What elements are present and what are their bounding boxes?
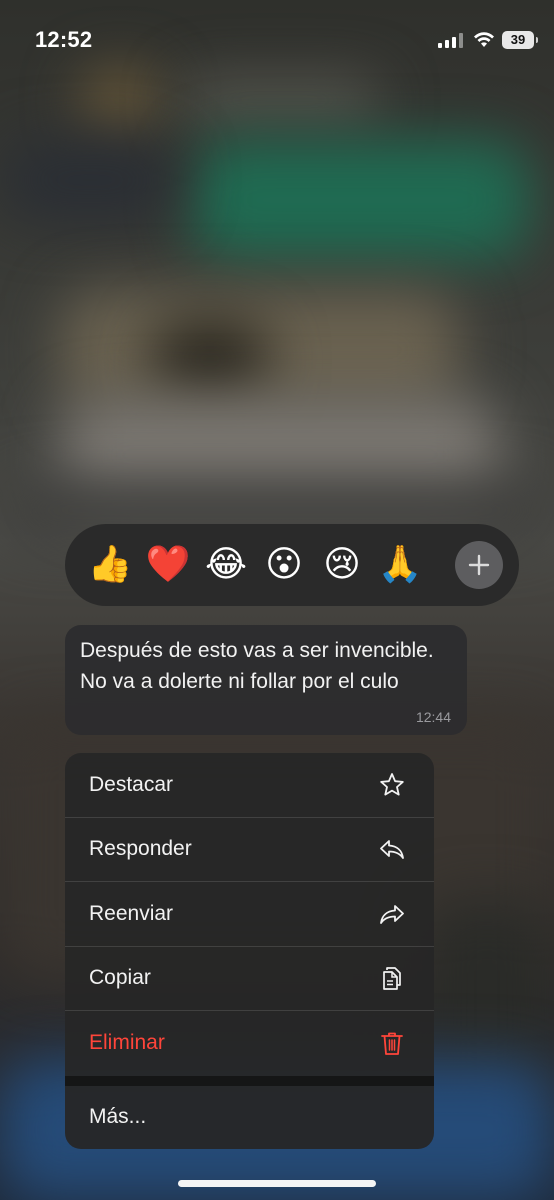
menu-item-mas[interactable]: Más... [65, 1086, 434, 1149]
context-menu: Destacar Responder Reenviar Copiar Elimi… [65, 753, 434, 1149]
forward-icon [380, 904, 404, 924]
star-icon [380, 772, 404, 796]
cellular-signal-icon [438, 32, 463, 48]
menu-item-label: Copiar [89, 966, 151, 990]
menu-item-label: Destacar [89, 772, 174, 796]
message-bubble[interactable]: Después de esto vas a ser invencible. No… [65, 625, 467, 735]
plus-icon [468, 554, 490, 576]
crying-icon[interactable]: 😢 [313, 547, 371, 583]
menu-item-responder[interactable]: Responder [65, 818, 434, 882]
thumbs-up-icon[interactable]: 👍 [81, 547, 139, 583]
copy-icon [383, 967, 401, 991]
wifi-icon [474, 32, 494, 47]
menu-item-label: Eliminar [89, 1031, 165, 1055]
trash-icon [381, 1032, 403, 1056]
menu-separator [65, 1075, 434, 1086]
more-reactions-button[interactable] [455, 541, 503, 589]
reply-icon [380, 840, 404, 860]
menu-item-destacar[interactable]: Destacar [65, 753, 434, 818]
clock: 12:52 [35, 27, 93, 52]
menu-item-label: Responder [89, 837, 192, 861]
menu-item-eliminar[interactable]: Eliminar [65, 1011, 434, 1076]
menu-item-reenviar[interactable]: Reenviar [65, 882, 434, 947]
menu-item-label: Más... [89, 1105, 147, 1128]
message-timestamp: 12:44 [415, 709, 451, 725]
tears-of-joy-icon[interactable]: 😂 [197, 547, 255, 583]
pray-icon[interactable]: 🙏 [371, 547, 429, 583]
message-text: Después de esto vas a ser invencible. No… [80, 639, 434, 693]
menu-item-copiar[interactable]: Copiar [65, 947, 434, 1011]
battery-icon: 39 [502, 31, 538, 49]
home-indicator[interactable] [178, 1180, 376, 1187]
heart-icon[interactable]: ❤️ [139, 547, 197, 583]
surprised-icon[interactable]: 😮 [255, 547, 313, 583]
menu-item-label: Reenviar [89, 901, 174, 925]
reaction-bar: 👍 ❤️ 😂 😮 😢 🙏 [65, 524, 519, 606]
status-bar: 12:52 39 [0, 0, 554, 82]
